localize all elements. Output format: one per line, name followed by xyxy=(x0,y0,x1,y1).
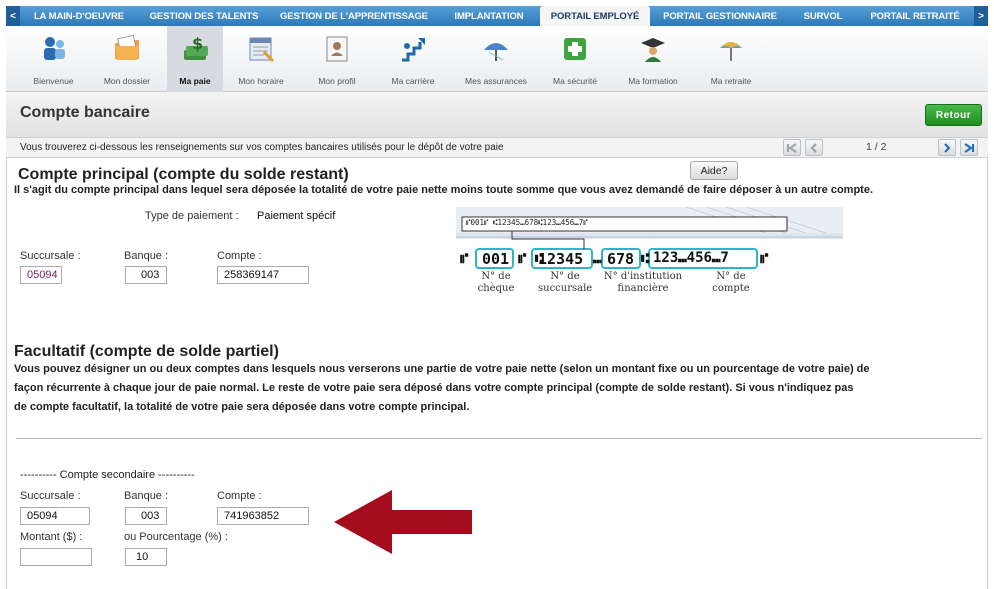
compte-label: Compte : xyxy=(217,490,262,502)
page-header: Compte bancaire xyxy=(6,92,988,138)
menu-item-ma-carriere[interactable]: Ma carrière xyxy=(375,26,451,92)
principal-compte-field[interactable]: 258369147 xyxy=(217,266,309,284)
tab-portail-retraite[interactable]: PORTAIL RETRAITÉ xyxy=(856,6,974,26)
montant-field[interactable] xyxy=(20,548,92,566)
menu-item-label: Mon horaire xyxy=(238,76,284,86)
chevron-right-icon xyxy=(944,142,951,153)
menu-item-label: Mon profil xyxy=(318,76,356,86)
montant-label: Montant ($) : xyxy=(20,531,83,543)
cheque-illustration: ⑈001⑈ ⑆12345⑉678⑆123⑉456⑉7⑈ ⑈ 001 ⑈ ⑆ 12… xyxy=(456,206,843,318)
secondary-account-heading: ---------- Compte secondaire ---------- xyxy=(20,469,195,481)
menu-item-mon-profil[interactable]: Mon profil xyxy=(299,26,375,92)
schedule-icon xyxy=(244,32,278,66)
back-button[interactable]: Retour xyxy=(925,104,982,126)
tab-survol[interactable]: SURVOL xyxy=(790,6,856,26)
menu-item-label: Ma retraite xyxy=(710,76,752,86)
last-page-button[interactable] xyxy=(960,139,978,156)
chevron-left-icon xyxy=(810,142,817,153)
first-page-icon xyxy=(787,142,797,153)
caption-cheque: N° de chèque xyxy=(477,271,515,294)
tab-portail-employe[interactable]: PORTAIL EMPLOYÉ xyxy=(540,6,650,26)
succursale-label: Succursale : xyxy=(20,250,81,262)
pourcentage-field[interactable]: 10 xyxy=(125,548,167,566)
menu-item-label: Ma formation xyxy=(628,76,678,86)
payment-type-value: Paiement spécif xyxy=(257,210,336,222)
tab-portail-gestionnaire[interactable]: PORTAIL GESTIONNAIRE xyxy=(650,6,790,26)
money-icon: $ xyxy=(178,32,212,66)
secondary-succursale-field[interactable]: 05094 xyxy=(20,507,90,525)
tab-implantation[interactable]: IMPLANTATION xyxy=(438,6,540,26)
training-icon xyxy=(636,32,670,66)
arrow-left-icon xyxy=(334,490,472,554)
page-title: Compte bancaire xyxy=(20,104,150,121)
menu-item-ma-retraite[interactable]: Ma retraite xyxy=(697,26,765,92)
secondary-compte-field[interactable]: 741963852 xyxy=(217,507,309,525)
succursale-label: Succursale : xyxy=(20,490,81,502)
last-page-icon xyxy=(964,142,974,153)
menu-item-mon-dossier[interactable]: Mon dossier xyxy=(87,26,167,92)
optional-description-line-2: façon récurrente à chaque jour de paie n… xyxy=(14,382,854,394)
retirement-icon xyxy=(714,32,748,66)
optional-description-line-3: de compte facultatif, la totalité de vot… xyxy=(14,401,470,413)
micr-succursale-number: 12345 xyxy=(538,250,584,268)
menu-item-ma-paie[interactable]: $ Ma paie xyxy=(167,26,223,92)
tab-gestion-talents[interactable]: GESTION DES TALENTS xyxy=(138,6,270,26)
tab-gestion-apprentissage[interactable]: GESTION DE L'APPRENTISSAGE xyxy=(270,6,438,26)
banque-label: Banque : xyxy=(124,490,169,502)
menu-item-mon-horaire[interactable]: Mon horaire xyxy=(223,26,299,92)
first-page-button[interactable] xyxy=(783,139,801,156)
help-button[interactable]: Aide? xyxy=(690,161,738,180)
payment-type-label: Type de paiement : xyxy=(145,210,239,222)
safety-icon xyxy=(558,32,592,66)
svg-text:$: $ xyxy=(192,34,203,53)
menu-item-label: Mon dossier xyxy=(103,76,151,86)
nav-scroll-left-button[interactable]: < xyxy=(6,6,20,26)
menu-item-ma-formation[interactable]: Ma formation xyxy=(609,26,697,92)
profile-icon xyxy=(320,32,354,66)
folder-icon xyxy=(110,32,144,66)
menu-item-ma-securite[interactable]: Ma sécurité xyxy=(541,26,609,92)
section-divider xyxy=(16,438,982,439)
caption-institution: N° d'institution financière xyxy=(603,271,683,294)
pourcentage-label: ou Pourcentage (%) : xyxy=(124,531,228,543)
secondary-banque-field[interactable]: 003 xyxy=(125,507,167,525)
banque-label: Banque : xyxy=(124,250,169,262)
compte-label: Compte : xyxy=(217,250,262,262)
welcome-icon xyxy=(37,32,71,66)
micr-cheque-number: 001 xyxy=(482,250,510,268)
info-text: Vous trouverez ci-dessous les renseignem… xyxy=(20,142,504,153)
insurance-icon xyxy=(479,32,513,66)
principal-succursale-field[interactable]: 05094 xyxy=(20,266,62,284)
next-page-button[interactable] xyxy=(938,139,956,156)
menu-item-bienvenue[interactable]: Bienvenue xyxy=(20,26,87,92)
micr-institution-number: 678 xyxy=(607,250,635,268)
nav-scroll-right-button[interactable]: > xyxy=(974,6,988,26)
tab-main-doeuvre[interactable]: LA MAIN-D'OEUVRE xyxy=(20,6,138,26)
caption-succursale: N° de succursale xyxy=(538,271,593,294)
micr-account-number: 123⑉456⑉7 xyxy=(653,250,729,266)
module-icon-bar: Bienvenue Mon dossier $ Ma paie Mon hora… xyxy=(6,26,988,92)
principal-account-description: Il s'agit du compte principal dans leque… xyxy=(14,184,874,196)
info-bar: Vous trouverez ci-dessous les renseignem… xyxy=(6,138,988,158)
micr-line-small: ⑈001⑈ ⑆12345⑉678⑆123⑉456⑉7⑈ xyxy=(466,218,588,227)
menu-item-label: Ma paie xyxy=(179,76,211,86)
caption-compte: N° de compte xyxy=(712,271,750,294)
page-indicator: 1 / 2 xyxy=(866,141,887,153)
top-navigation: < LA MAIN-D'OEUVRE GESTION DES TALENTS G… xyxy=(6,6,988,26)
optional-description-line-1: Vous pouvez désigner un ou deux comptes … xyxy=(14,363,870,375)
menu-item-mes-assurances[interactable]: Mes assurances xyxy=(451,26,541,92)
menu-item-label: Ma sécurité xyxy=(553,76,597,86)
career-icon xyxy=(396,32,430,66)
optional-account-heading: Facultatif (compte de solde partiel) xyxy=(14,343,279,360)
principal-banque-field[interactable]: 003 xyxy=(125,266,167,284)
menu-item-label: Bienvenue xyxy=(33,76,74,86)
previous-page-button[interactable] xyxy=(805,139,823,156)
menu-item-label: Mes assurances xyxy=(465,76,527,86)
menu-item-label: Ma carrière xyxy=(391,76,435,86)
